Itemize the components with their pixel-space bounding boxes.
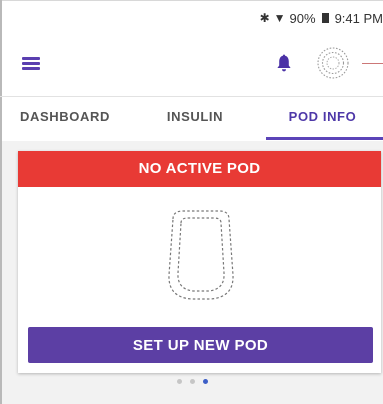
clock: 9:41 PM (334, 10, 383, 26)
notification-bell-icon[interactable] (276, 53, 292, 73)
tab-pod-info[interactable]: POD INFO (262, 97, 383, 139)
battery-percent: 90% (289, 10, 316, 26)
wifi-icon: ▼ (273, 11, 286, 25)
screen-top-edge (0, 0, 383, 1)
page-dot[interactable] (177, 379, 182, 384)
page-dot-active[interactable] (203, 379, 208, 384)
no-active-pod-banner: NO ACTIVE POD (18, 151, 381, 187)
tab-bar: DASHBOARD INSULIN POD INFO (0, 96, 383, 141)
status-bar: ✱ ▼ 90% 9:41 PM (260, 8, 383, 28)
page-dot[interactable] (190, 379, 195, 384)
battery-icon (321, 13, 329, 23)
pod-status-card: NO ACTIVE POD SET UP NEW POD (18, 151, 381, 373)
page-indicator (177, 379, 208, 384)
header-divider (362, 63, 383, 64)
pod-outline-icon (168, 210, 234, 300)
active-tab-indicator (266, 137, 383, 140)
set-up-new-pod-button[interactable]: SET UP NEW POD (28, 327, 373, 363)
dotted-circle-avatar[interactable] (316, 46, 350, 80)
hamburger-menu-icon[interactable] (22, 57, 42, 71)
tab-insulin[interactable]: INSULIN (140, 97, 250, 139)
screen: ✱ ▼ 90% 9:41 PM DASHBOARD INSULIN POD IN… (0, 0, 383, 404)
tab-dashboard[interactable]: DASHBOARD (0, 97, 130, 139)
app-header (0, 36, 383, 90)
bluetooth-icon: ✱ (259, 11, 270, 25)
